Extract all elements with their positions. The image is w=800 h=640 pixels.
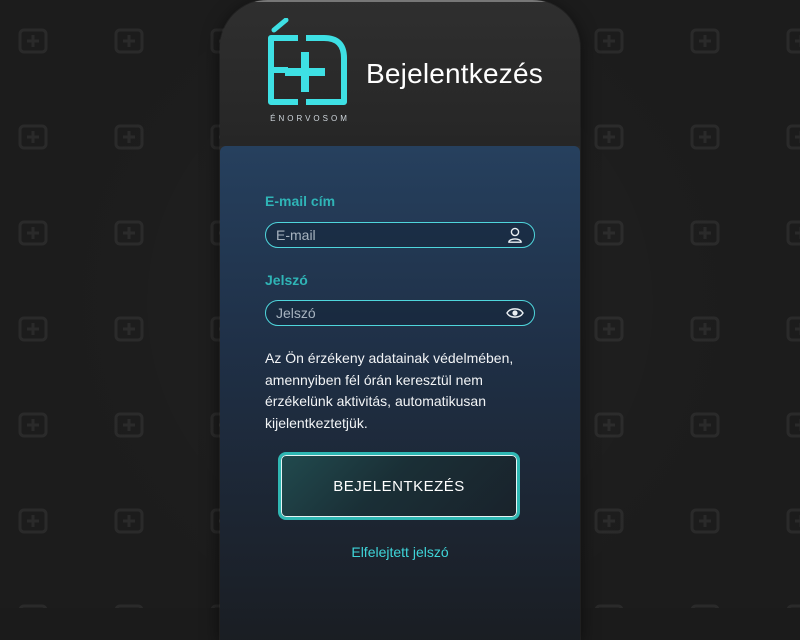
email-field-wrapper [265,222,535,248]
user-icon [508,227,522,243]
email-field[interactable] [276,223,501,247]
eye-icon[interactable] [506,304,524,322]
login-button[interactable]: BEJELENTKEZÉS [278,452,520,520]
email-label: E-mail cím [265,193,336,209]
page-title: Bejelentkezés [366,58,543,89]
inactivity-notice: Az Ön érzékeny adatainak védelmében, ame… [265,350,514,431]
login-card: ÉNORVOSOM Bejelentkezés E-mail cím Jelsz… [220,0,580,640]
password-field[interactable] [276,301,501,325]
logo-caption: ÉNORVOSOM [270,114,350,123]
password-field-wrapper [265,300,535,326]
logo-icon [268,18,347,105]
password-label: Jelszó [265,272,308,288]
login-form: E-mail cím Jelszó Az Ön érzékeny adatain… [220,146,580,640]
card-header: ÉNORVOSOM Bejelentkezés [220,0,580,146]
forgot-password-link[interactable]: Elfelejtett jelszó [220,544,580,560]
brand-logo: ÉNORVOSOM [266,18,356,128]
